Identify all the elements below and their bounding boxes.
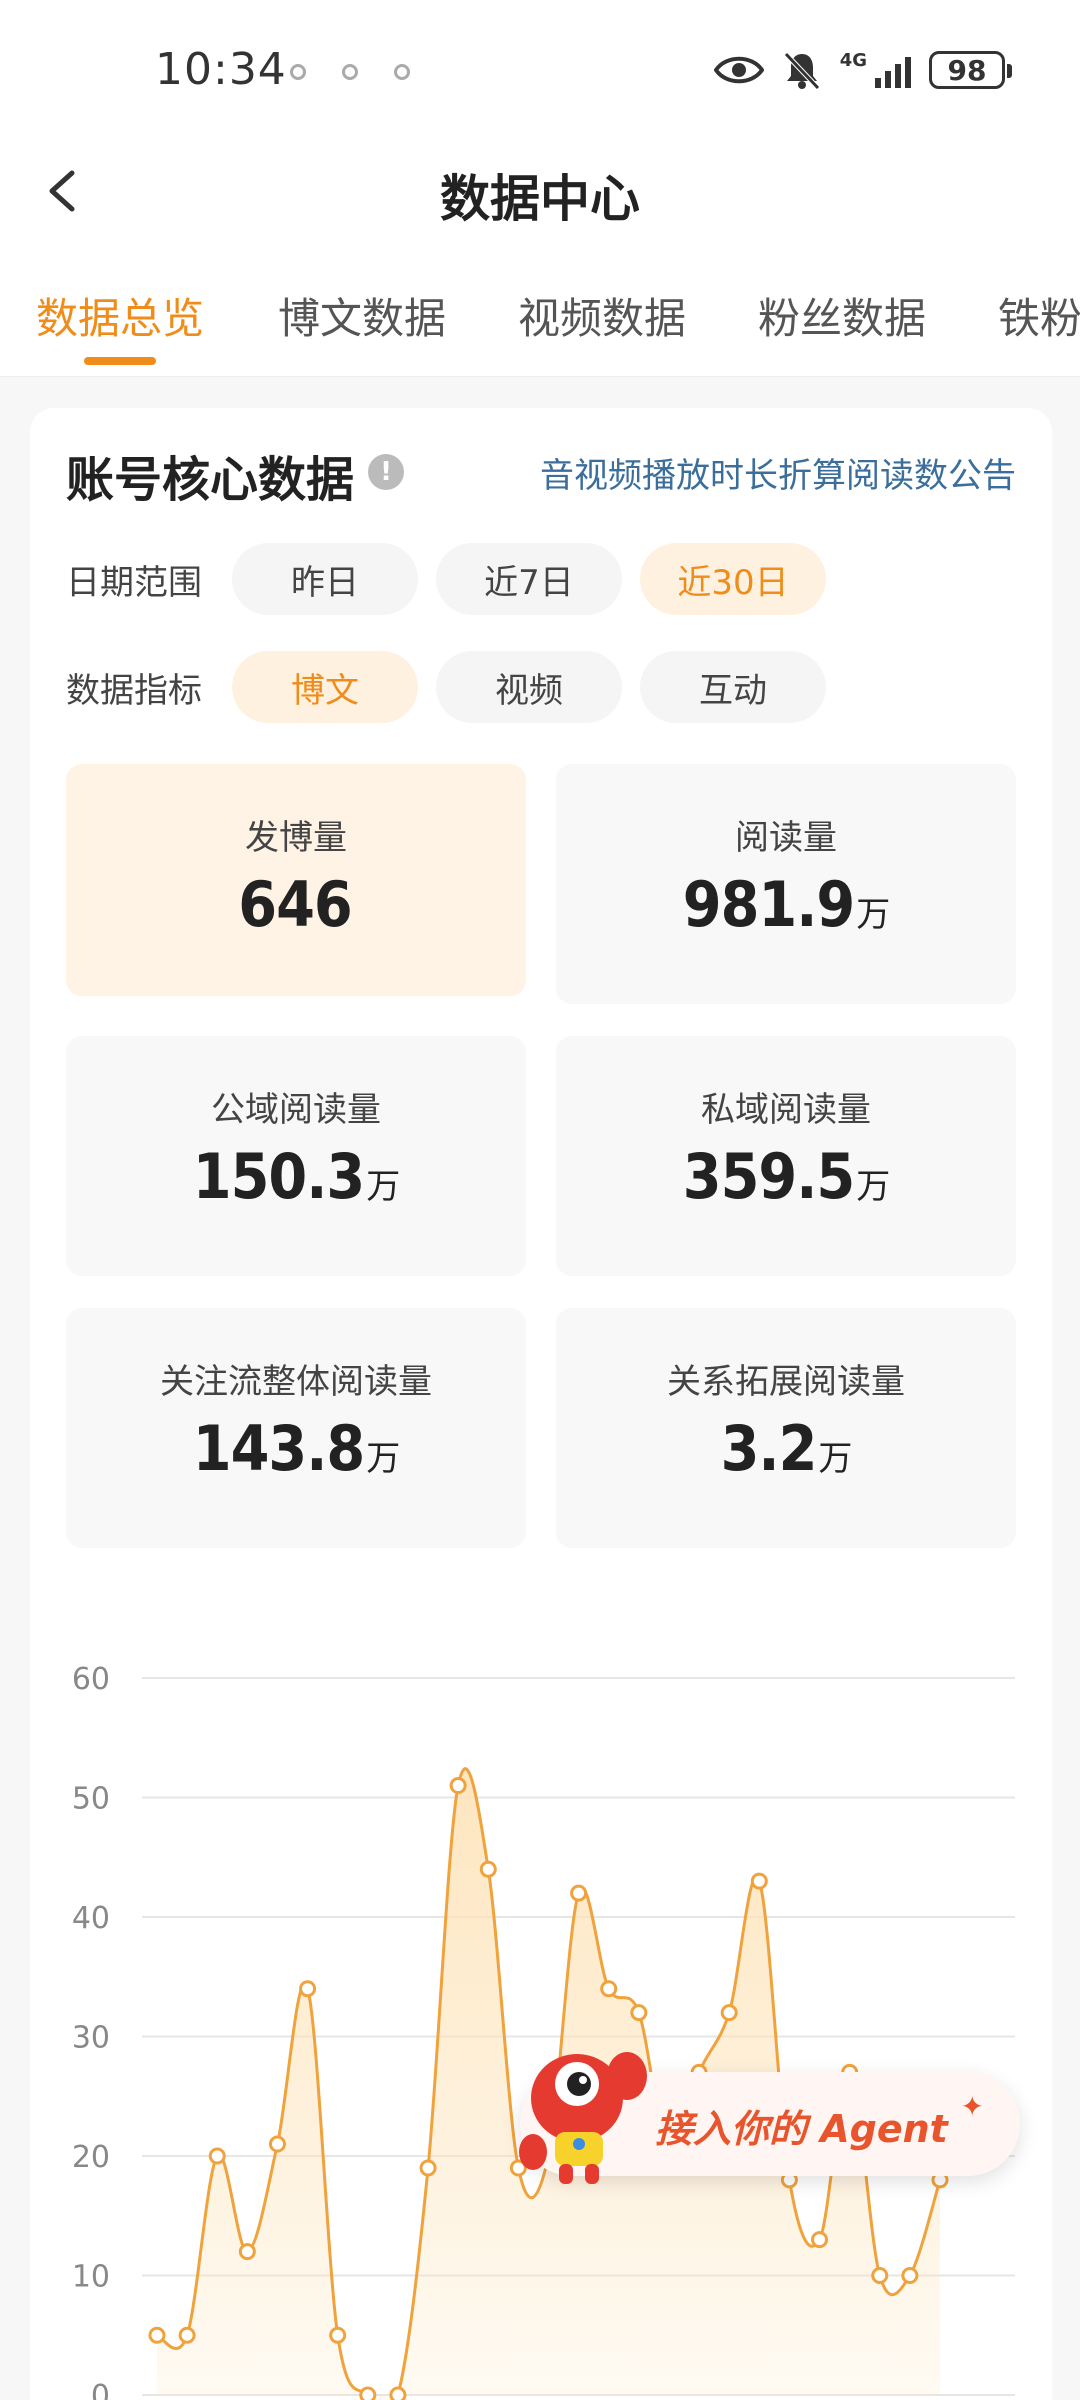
tab-video-data[interactable]: 视频数据: [518, 285, 686, 346]
stat-card-public-reads[interactable]: 公域阅读量 150.3万: [66, 1036, 526, 1276]
data-point[interactable]: [329, 2326, 347, 2344]
tab-iron-fans[interactable]: 铁粉: [998, 285, 1080, 346]
stat-value: 359.5万: [682, 1140, 890, 1213]
notification-dots: [290, 64, 410, 80]
y-tick-label: 40: [72, 1901, 110, 1936]
tab-post-data[interactable]: 博文数据: [278, 285, 446, 346]
stat-card-relation-reads[interactable]: 关系拓展阅读量 3.2万: [556, 1308, 1016, 1548]
section-title: 账号核心数据: [66, 452, 355, 508]
network-type: 4G: [839, 50, 867, 71]
data-point[interactable]: [268, 2135, 286, 2153]
data-point[interactable]: [720, 2004, 738, 2022]
data-point[interactable]: [389, 2386, 407, 2400]
stat-label: 发博量: [245, 818, 347, 858]
stat-card-follow-feed-reads[interactable]: 关注流整体阅读量 143.8万: [66, 1308, 526, 1548]
data-point[interactable]: [238, 2243, 256, 2261]
y-tick-label: 60: [72, 1662, 110, 1697]
y-tick-label: 30: [72, 2021, 110, 2056]
data-point[interactable]: [811, 2231, 829, 2249]
stat-value: 646: [238, 868, 352, 941]
y-tick-label: 50: [72, 1782, 110, 1817]
info-icon[interactable]: !: [368, 454, 404, 490]
sparkle-icon: ✦: [960, 2090, 984, 2123]
tab-overview[interactable]: 数据总览: [36, 285, 204, 346]
stat-value: 143.8万: [192, 1412, 400, 1485]
data-point[interactable]: [299, 1980, 317, 1998]
metric-option-video[interactable]: 视频: [436, 651, 622, 723]
stat-label: 私域阅读量: [701, 1090, 871, 1130]
eye-icon: [713, 56, 764, 84]
y-tick-label: 0: [91, 2379, 110, 2400]
status-time: 10:34: [155, 44, 287, 95]
data-point[interactable]: [178, 2326, 196, 2344]
app-header: 数据中心: [0, 145, 1080, 235]
data-point[interactable]: [419, 2159, 437, 2177]
stat-value: 981.9万: [682, 868, 890, 941]
date-range-label: 日期范围: [66, 562, 202, 603]
data-point[interactable]: [359, 2386, 377, 2400]
metric-type-row: 数据指标 博文 视频 互动: [66, 651, 844, 723]
metric-option-interaction[interactable]: 互动: [640, 651, 826, 723]
status-icons: 4G 98: [713, 50, 1012, 90]
notification-dot-icon: [290, 64, 306, 80]
stat-card-reads[interactable]: 阅读量 981.9万: [556, 764, 1016, 1004]
stat-card-private-reads[interactable]: 私域阅读量 359.5万: [556, 1036, 1016, 1276]
notification-dot-icon: [394, 64, 410, 80]
date-option-yesterday[interactable]: 昨日: [232, 543, 418, 615]
metric-option-posts[interactable]: 博文: [232, 651, 418, 723]
data-point[interactable]: [570, 1884, 588, 1902]
notification-dot-icon: [342, 64, 358, 80]
date-option-7days[interactable]: 近7日: [436, 543, 622, 615]
stat-value: 3.2万: [720, 1412, 853, 1485]
stat-value: 150.3万: [192, 1140, 400, 1213]
stat-label: 关注流整体阅读量: [160, 1362, 432, 1402]
notice-link[interactable]: 音视频播放时长折算阅读数公告: [540, 448, 1016, 497]
active-tab-indicator: [84, 357, 156, 365]
tab-fans-data[interactable]: 粉丝数据: [758, 285, 926, 346]
trend-chart-svg: 0 10 20 30 40 50 60: [72, 1662, 1015, 2400]
stat-card-post-count[interactable]: 发博量 646: [66, 764, 526, 996]
trend-chart: 0 10 20 30 40 50 60: [0, 1640, 1080, 2400]
data-point[interactable]: [148, 2326, 166, 2344]
data-point[interactable]: [750, 1872, 768, 1890]
stat-label: 公域阅读量: [211, 1090, 381, 1130]
data-point[interactable]: [208, 2147, 226, 2165]
data-point[interactable]: [600, 1980, 618, 1998]
mascot-icon: [519, 2052, 647, 2184]
battery-icon: 98: [929, 51, 1012, 89]
date-range-row: 日期范围 昨日 近7日 近30日: [66, 543, 844, 615]
battery-level: 98: [947, 53, 987, 87]
data-point[interactable]: [630, 2004, 648, 2022]
status-bar: 10:34 4G 98: [0, 0, 1080, 145]
data-point[interactable]: [449, 1777, 467, 1795]
tab-bar: 数据总览 博文数据 视频数据 粉丝数据 铁粉: [0, 235, 1080, 377]
agent-button-label: 接入你的 Agent: [655, 2107, 948, 2151]
y-tick-label: 10: [72, 2260, 110, 2295]
y-tick-label: 20: [72, 2140, 110, 2175]
mute-bell-icon: [783, 52, 820, 90]
metric-type-label: 数据指标: [66, 670, 202, 711]
page-title: 数据中心: [440, 170, 640, 228]
stat-label: 关系拓展阅读量: [667, 1362, 905, 1402]
signal-icon: 4G: [840, 52, 911, 88]
data-point[interactable]: [901, 2267, 919, 2284]
date-option-30days[interactable]: 近30日: [640, 543, 826, 615]
data-point[interactable]: [871, 2267, 889, 2284]
data-point[interactable]: [479, 1860, 497, 1878]
stat-label: 阅读量: [735, 818, 837, 858]
